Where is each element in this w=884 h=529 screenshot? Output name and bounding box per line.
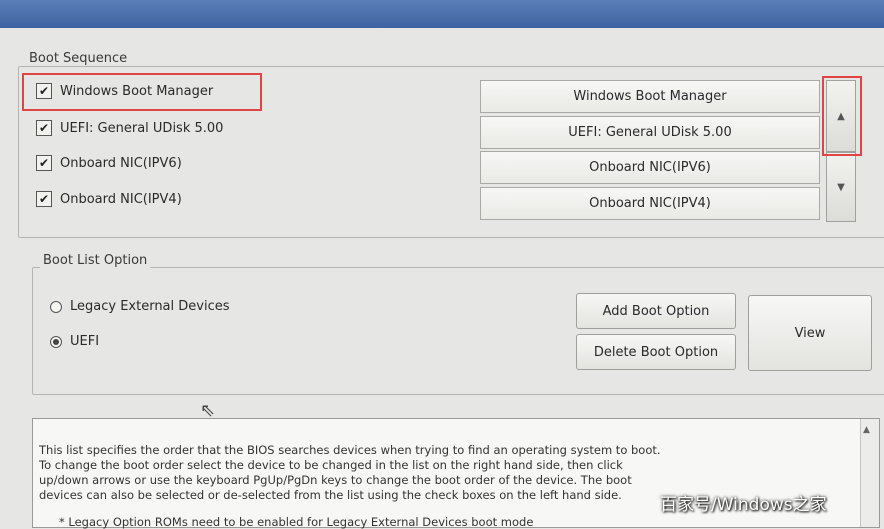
mouse-cursor-icon: ⇖ xyxy=(200,400,216,421)
move-down-button[interactable]: ▼ xyxy=(826,152,856,222)
radio-selected-icon xyxy=(50,335,62,348)
scroll-up-icon[interactable]: ▲ xyxy=(863,425,870,435)
checkbox-check-icon: ✔ xyxy=(36,120,52,136)
highlight-box-up-arrow xyxy=(822,76,862,156)
boot-order-item-onboard-nic-ipv6[interactable]: Onboard NIC(IPV6) xyxy=(480,151,820,184)
boot-order-item-onboard-nic-ipv4[interactable]: Onboard NIC(IPV4) xyxy=(480,187,820,220)
add-boot-option-button[interactable]: Add Boot Option xyxy=(576,293,736,329)
radio-label: Legacy External Devices xyxy=(70,299,230,314)
boot-order-item-uefi-general-udisk[interactable]: UEFI: General UDisk 5.00 xyxy=(480,116,820,149)
boot-order-item-windows-boot-manager[interactable]: Windows Boot Manager xyxy=(480,80,820,113)
checkbox-label: Onboard NIC(IPV4) xyxy=(60,191,182,207)
help-scrollbar[interactable]: ▲ xyxy=(860,419,879,527)
highlight-box-windows-boot-manager xyxy=(22,73,262,111)
checkbox-label: UEFI: General UDisk 5.00 xyxy=(60,120,224,136)
down-arrow-icon: ▼ xyxy=(837,181,845,193)
boot-sequence-title: Boot Sequence xyxy=(26,51,131,66)
checkbox-check-icon: ✔ xyxy=(36,155,52,171)
checkbox-onboard-nic-ipv6[interactable]: ✔ Onboard NIC(IPV6) xyxy=(36,155,182,171)
checkbox-label: Onboard NIC(IPV6) xyxy=(60,155,182,171)
help-note: * Legacy Option ROMs need to be enabled … xyxy=(59,515,534,529)
delete-boot-option-button[interactable]: Delete Boot Option xyxy=(576,334,736,370)
checkbox-uefi-general-udisk[interactable]: ✔ UEFI: General UDisk 5.00 xyxy=(36,120,223,136)
radio-uefi[interactable]: UEFI xyxy=(50,334,99,349)
checkbox-check-icon: ✔ xyxy=(36,191,52,207)
checkbox-onboard-nic-ipv4[interactable]: ✔ Onboard NIC(IPV4) xyxy=(36,191,182,207)
radio-legacy-external-devices[interactable]: Legacy External Devices xyxy=(50,299,230,314)
boot-list-option-title: Boot List Option xyxy=(40,253,151,268)
view-button[interactable]: View xyxy=(748,295,872,371)
radio-circle-icon xyxy=(50,300,62,313)
window-title-bar xyxy=(0,0,884,28)
radio-label: UEFI xyxy=(70,334,100,349)
watermark-text: 百家号/Windows之家 xyxy=(660,495,827,515)
